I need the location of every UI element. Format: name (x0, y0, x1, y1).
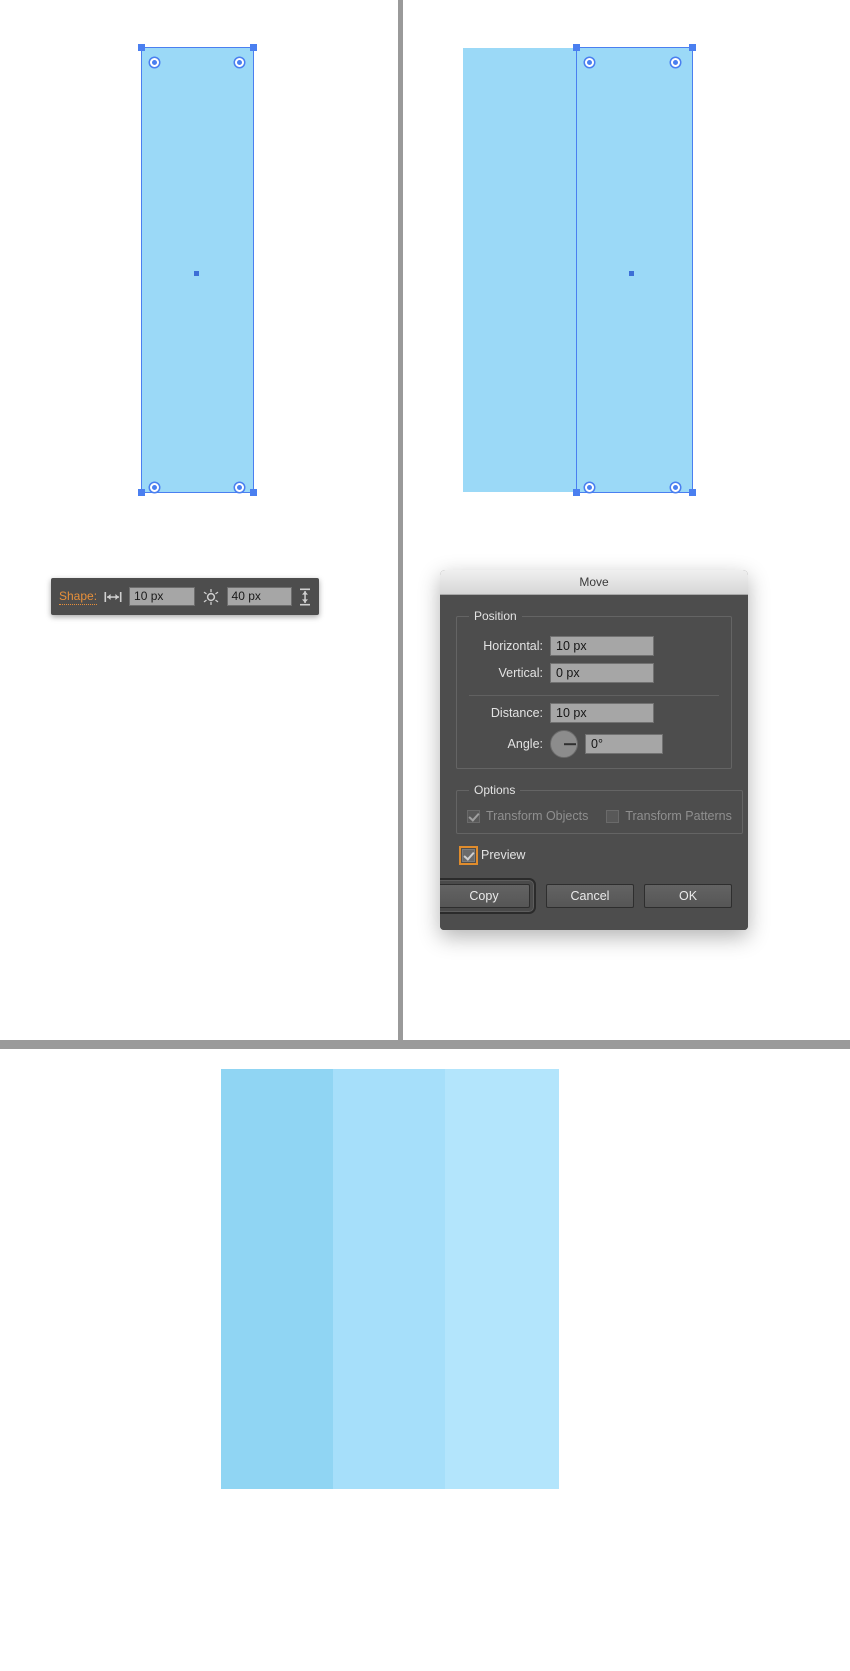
ok-button[interactable]: OK (644, 884, 732, 908)
angle-dial-needle (564, 743, 576, 745)
horizontal-input[interactable]: 10 px (550, 636, 654, 656)
vertical-label: Vertical: (498, 666, 543, 680)
preview-label: Preview (481, 848, 526, 862)
selection-edge-left (141, 47, 142, 493)
copy-center-point (629, 271, 634, 276)
selection-edge-bottom (141, 492, 254, 493)
selection-edge-top (141, 47, 254, 48)
angle-row: Angle: 0° (467, 730, 721, 758)
options-group-legend: Options (474, 783, 516, 797)
options-group: Options Transform Objects Transform Patt… (456, 783, 743, 834)
copy-live-corner-bottom-left[interactable] (585, 483, 594, 492)
transform-objects-label: Transform Objects (486, 809, 589, 823)
transform-patterns-label: Transform Patterns (625, 809, 732, 823)
preview-checkbox[interactable] (459, 845, 478, 865)
distance-input[interactable]: 10 px (550, 703, 654, 723)
copy-button[interactable]: Copy (440, 884, 530, 908)
move-dialog[interactable]: Move Position Horizontal: 10 px Vertical… (440, 570, 748, 930)
position-group-legend: Position (474, 609, 517, 623)
copy-handle-top-right[interactable] (689, 44, 696, 51)
horizontal-row: Horizontal: 10 px (467, 636, 721, 656)
position-separator (469, 695, 719, 696)
copy-handle-bottom-right[interactable] (689, 489, 696, 496)
height-arrows-icon (299, 588, 311, 606)
selection-handle-top-right[interactable] (250, 44, 257, 51)
cancel-button[interactable]: Cancel (546, 884, 634, 908)
result-column-1[interactable] (221, 1069, 333, 1489)
preview-row: Preview (459, 845, 732, 865)
horizontal-label: Horizontal: (483, 639, 543, 653)
shape-width-input[interactable]: 10 px (129, 587, 195, 606)
copy-handle-top-left[interactable] (573, 44, 580, 51)
width-arrows-icon (104, 591, 122, 603)
copy-live-corner-top-right[interactable] (671, 58, 680, 67)
angle-label: Angle: (507, 737, 543, 751)
live-corner-widget-bottom-right[interactable] (235, 483, 244, 492)
rectangle-offset-copy-preview[interactable] (576, 48, 693, 492)
selection-handle-top-left[interactable] (138, 44, 145, 51)
shape-properties-hud[interactable]: Shape: 10 px 40 px (51, 578, 319, 615)
vertical-input[interactable]: 0 px (550, 663, 654, 683)
result-column-3[interactable] (445, 1069, 559, 1489)
live-corner-widget-bottom-left[interactable] (150, 483, 159, 492)
corner-radius-icon (202, 588, 220, 605)
copy-button-default-ring: Copy (440, 878, 536, 914)
copy-selection-edge-left (576, 47, 577, 493)
copy-selection-edge-right (692, 47, 693, 493)
move-dialog-titlebar[interactable]: Move (440, 570, 748, 595)
live-corner-widget-top-left[interactable] (150, 58, 159, 67)
transform-patterns-checkbox[interactable] (606, 809, 620, 823)
move-dialog-button-row: Copy Cancel OK (440, 878, 732, 914)
vertical-row: Vertical: 0 px (467, 663, 721, 683)
move-dialog-body: Position Horizontal: 10 px Vertical: 0 p… (440, 595, 748, 930)
panel-divider-horizontal (0, 1040, 850, 1049)
shape-hud-label: Shape: (59, 588, 98, 605)
move-dialog-title: Move (579, 575, 609, 589)
live-corner-widget-top-right[interactable] (235, 58, 244, 67)
selection-edge-right (253, 47, 254, 493)
copy-live-corner-bottom-right[interactable] (671, 483, 680, 492)
angle-input[interactable]: 0° (585, 734, 663, 754)
copy-live-corner-top-left[interactable] (585, 58, 594, 67)
shape-corner-radius-input[interactable]: 40 px (226, 587, 292, 606)
position-group: Position Horizontal: 10 px Vertical: 0 p… (456, 609, 732, 769)
transform-objects-checkbox[interactable] (467, 809, 480, 823)
selection-handle-bottom-left[interactable] (138, 489, 145, 496)
selection-handle-bottom-right[interactable] (250, 489, 257, 496)
distance-row: Distance: 10 px (467, 703, 721, 723)
result-column-2[interactable] (333, 1069, 445, 1489)
copy-selection-edge-top (576, 47, 693, 48)
rectangle-original[interactable] (141, 48, 254, 492)
rectangle-original-preview[interactable] (463, 48, 576, 492)
canvas-panel-left (0, 0, 398, 1040)
transform-options-row: Transform Objects Transform Patterns (467, 809, 732, 823)
copy-handle-bottom-left[interactable] (573, 489, 580, 496)
copy-selection-edge-bottom (576, 492, 693, 493)
shape-center-point (194, 271, 199, 276)
angle-dial[interactable] (550, 730, 578, 758)
distance-label: Distance: (490, 706, 543, 720)
